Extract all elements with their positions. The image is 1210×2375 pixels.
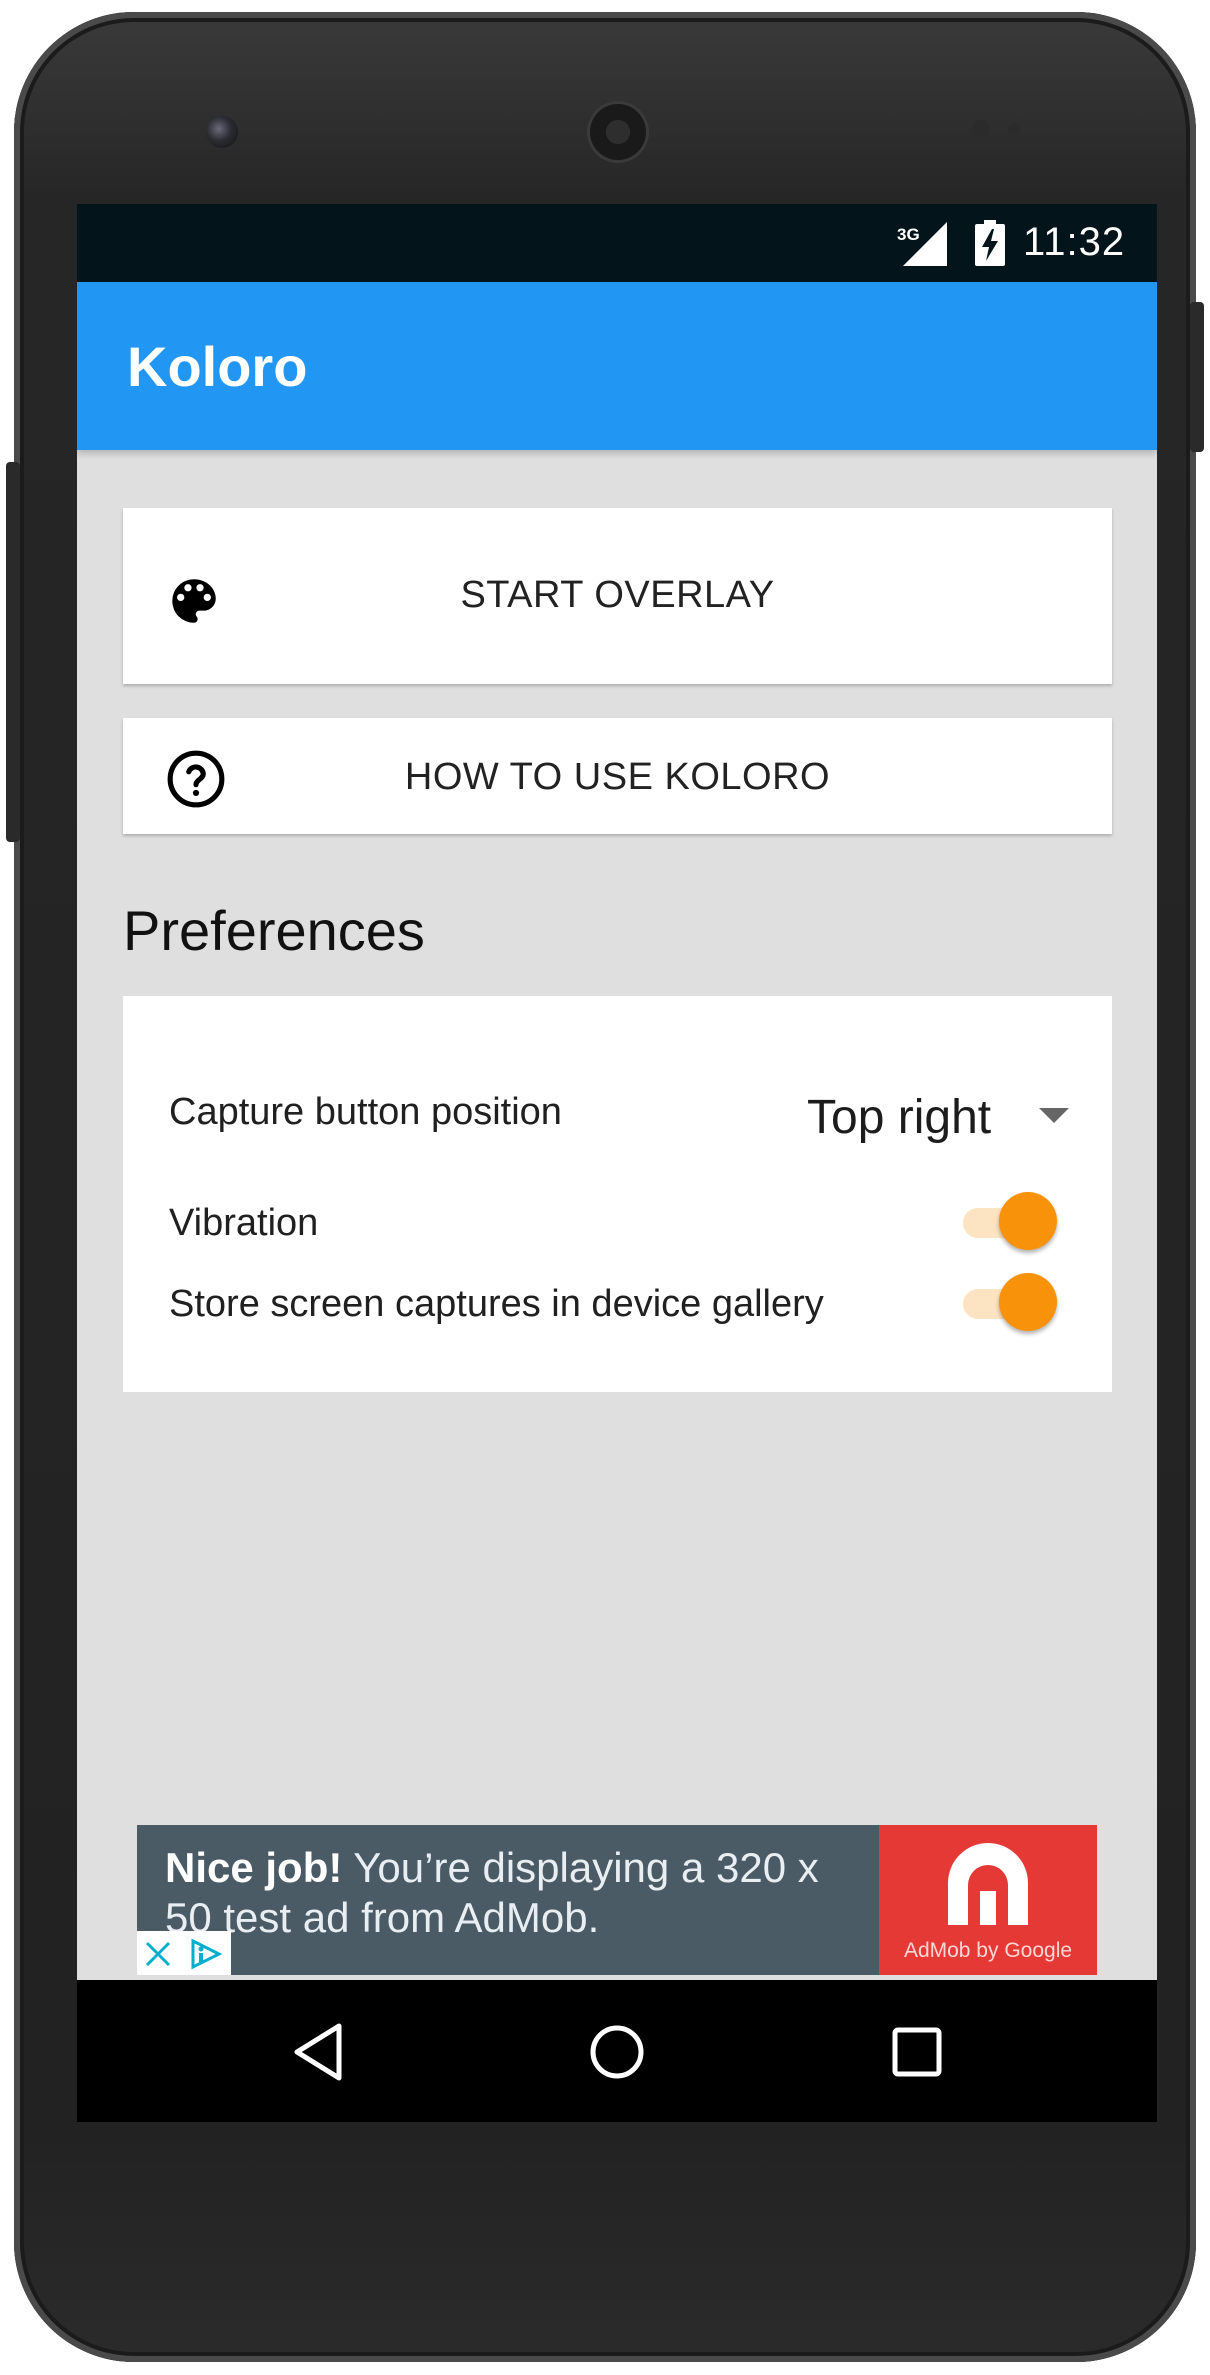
store-gallery-switch-thumb (999, 1273, 1057, 1331)
network-type-label: 3G (897, 225, 920, 244)
light-sensor (1008, 123, 1020, 135)
vibration-label: Vibration (169, 1202, 319, 1244)
start-overlay-button[interactable]: START OVERLAY (123, 508, 1112, 684)
recents-icon[interactable] (885, 2020, 949, 2084)
start-overlay-label: START OVERLAY (460, 574, 775, 616)
proximity-sensor (972, 120, 990, 138)
earpiece-speaker (590, 104, 646, 160)
store-gallery-label: Store screen captures in device gallery (169, 1283, 824, 1325)
screen: 3G 11:32 Koloro START OVERLAY HOW TO USE… (77, 204, 1157, 2122)
store-gallery-switch[interactable] (955, 1267, 1065, 1337)
admob-logo: AdMob by Google (879, 1825, 1097, 1975)
admob-brand: AdMob by Google (903, 1939, 1073, 1962)
capture-position-dropdown[interactable]: Top right (807, 1082, 1077, 1152)
preferences-heading: Preferences (123, 899, 425, 962)
app-title: Koloro (127, 335, 308, 398)
dropdown-arrow-icon (1039, 1108, 1069, 1123)
front-camera (206, 116, 238, 148)
how-to-use-button[interactable]: HOW TO USE KOLORO (123, 718, 1112, 834)
power-button (1190, 302, 1204, 452)
capture-position-value: Top right (807, 1091, 992, 1144)
ad-choices-icon[interactable] (187, 1937, 223, 1971)
ad-close-icon[interactable] (143, 1939, 173, 1969)
back-icon[interactable] (289, 2020, 353, 2084)
ad-banner[interactable]: Nice job! You’re displaying a 320 x 50 t… (137, 1825, 1097, 1975)
signal-3g-icon: 3G (897, 222, 947, 266)
status-bar: 3G 11:32 (77, 204, 1157, 282)
system-nav-bar (77, 1980, 1157, 2122)
ad-text: Nice job! You’re displaying a 320 x 50 t… (165, 1843, 845, 1943)
status-time: 11:32 (1023, 220, 1126, 264)
ad-choices[interactable] (137, 1931, 231, 1975)
app-bar: Koloro (77, 282, 1157, 450)
admob-logo-icon (948, 1843, 1028, 1925)
how-to-use-label: HOW TO USE KOLORO (404, 756, 831, 798)
home-icon[interactable] (585, 2020, 649, 2084)
volume-button (6, 462, 20, 842)
vibration-switch[interactable] (955, 1186, 1065, 1256)
battery-charging-icon (975, 220, 1005, 266)
preferences-card: Capture button position Top right Vibrat… (123, 996, 1112, 1392)
ad-headline: Nice job! (165, 1844, 343, 1891)
vibration-switch-thumb (999, 1192, 1057, 1250)
phone-frame: 3G 11:32 Koloro START OVERLAY HOW TO USE… (6, 12, 1204, 2362)
capture-position-label: Capture button position (169, 1091, 562, 1133)
